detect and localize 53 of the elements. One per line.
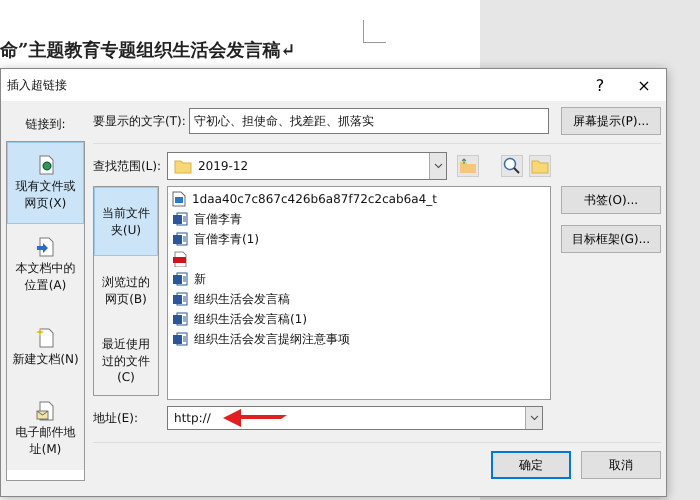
look-in-value: 2019-12 bbox=[198, 159, 248, 173]
link-target-label: 现有文件或网页(X) bbox=[14, 178, 76, 212]
pdf-file-icon bbox=[172, 251, 188, 267]
folder-icon bbox=[531, 158, 549, 174]
document-heading: 命”主题教育专题组织生活会发言稿↵ bbox=[0, 40, 296, 62]
word-file-icon bbox=[172, 291, 188, 307]
display-text-label: 要显示的文字(T): bbox=[93, 112, 185, 130]
close-button[interactable]: × bbox=[622, 69, 666, 101]
link-target-label: 新建文档(N) bbox=[12, 350, 79, 368]
word-file-icon bbox=[172, 231, 188, 247]
file-name[interactable]: 新 bbox=[194, 270, 206, 288]
file-name[interactable]: 盲僧李青 bbox=[194, 210, 242, 228]
folder-up-icon bbox=[459, 158, 477, 174]
link-target-item[interactable]: 本文档中的位置(A) bbox=[7, 224, 84, 306]
file-name[interactable]: 盲僧李青(1) bbox=[194, 230, 259, 248]
pointer-arrow bbox=[220, 408, 289, 428]
word-file-icon bbox=[172, 331, 188, 347]
file-name[interactable]: 组织生活会发言稿(1) bbox=[194, 310, 307, 328]
help-button[interactable]: ? bbox=[578, 69, 622, 101]
document-envelope-icon bbox=[36, 400, 56, 422]
cancel-button[interactable]: 取消 bbox=[581, 451, 661, 479]
link-target-item[interactable]: 新建文档(N) bbox=[7, 306, 84, 388]
dialog-title: 插入超链接 bbox=[7, 76, 68, 94]
side-button[interactable]: 书签(O)... bbox=[561, 186, 661, 214]
word-file-icon bbox=[172, 311, 188, 327]
link-target-item[interactable]: 电子邮件地址(M) bbox=[7, 388, 84, 470]
file-name[interactable]: 组织生活会发言稿 bbox=[194, 290, 290, 308]
word-file-icon bbox=[172, 271, 188, 287]
side-button[interactable]: 目标框架(G)... bbox=[561, 225, 661, 253]
image-file-icon bbox=[172, 191, 186, 207]
source-tab[interactable]: 最近使用过的文件(C) bbox=[94, 326, 158, 395]
look-in-dropdown[interactable]: 2019-12 bbox=[167, 152, 447, 180]
link-target-label: 电子邮件地址(M) bbox=[14, 424, 76, 458]
display-text-field[interactable]: 守初心、担使命、找差距、抓落实 bbox=[189, 108, 549, 134]
screen-tip-button[interactable]: 屏幕提示(P)... bbox=[561, 107, 661, 135]
link-target-item[interactable]: 现有文件或网页(X) bbox=[7, 142, 84, 224]
address-field[interactable]: http:// bbox=[167, 406, 543, 430]
source-tab[interactable]: 当前文件夹(U) bbox=[94, 187, 158, 256]
look-in-label: 查找范围(L): bbox=[93, 158, 161, 174]
ok-button[interactable]: 确定 bbox=[491, 451, 571, 479]
file-name[interactable]: 组织生活会发言提纲注意事项 bbox=[194, 330, 350, 348]
document-arrow-icon bbox=[36, 236, 56, 258]
link-to-label: 链接到: bbox=[24, 116, 67, 132]
source-tab[interactable]: 浏览过的网页(B) bbox=[94, 256, 158, 326]
file-name[interactable]: 1daa40c7c867c426b6a87f72c2cab6a4_t bbox=[192, 192, 437, 206]
address-label: 地址(E): bbox=[93, 410, 139, 426]
page-corner-mark bbox=[363, 20, 386, 43]
folder-icon bbox=[174, 158, 192, 174]
word-file-icon bbox=[172, 211, 188, 227]
link-target-label: 本文档中的位置(A) bbox=[14, 260, 76, 294]
address-value: http:// bbox=[174, 411, 211, 425]
new-document-icon bbox=[36, 326, 56, 348]
browse-web-button[interactable] bbox=[501, 155, 523, 177]
